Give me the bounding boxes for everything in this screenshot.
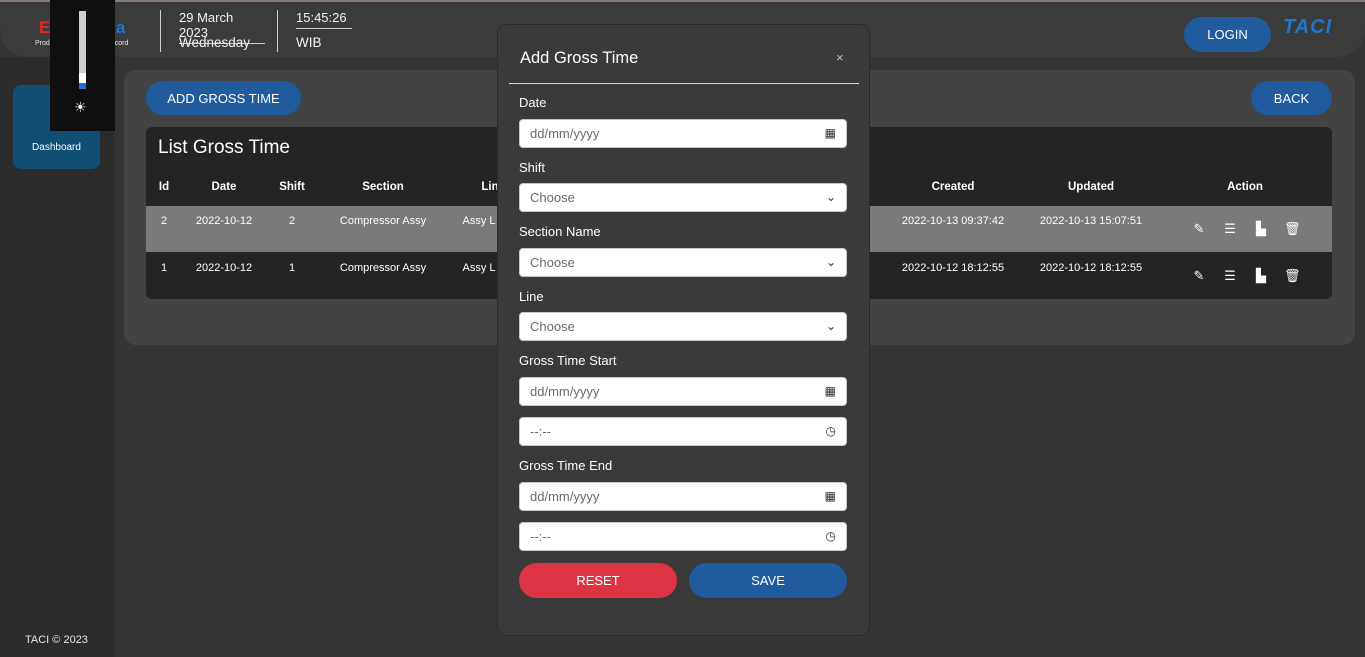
calendar-icon[interactable]: ▦: [825, 489, 836, 503]
cell-shift: 2: [288, 215, 296, 227]
header-timezone: WIB: [296, 35, 322, 50]
date-field[interactable]: dd/mm/yyyy ▦: [519, 119, 847, 148]
modal-title: Add Gross Time: [520, 49, 639, 67]
gross-time-end-date-field[interactable]: dd/mm/yyyy ▦: [519, 482, 847, 511]
line-selected-value: Choose: [530, 319, 575, 334]
add-gross-time-modal: Add Gross Time × Date dd/mm/yyyy ▦ Shift…: [497, 24, 870, 636]
start-time-placeholder: --:--: [530, 424, 551, 439]
brightness-fill: [79, 83, 86, 89]
login-button[interactable]: LOGIN: [1184, 17, 1271, 52]
cell-date: 2022-10-12: [195, 262, 253, 274]
end-time-placeholder: --:--: [530, 529, 551, 544]
chart-icon[interactable]: ▙: [1253, 268, 1269, 284]
header-divider: [160, 10, 161, 52]
taci-logo: TACI: [1283, 16, 1333, 38]
cell-id: 2: [160, 215, 168, 227]
reset-button[interactable]: RESET: [519, 563, 677, 598]
clock-icon[interactable]: ◷: [826, 424, 836, 438]
logo-prefix: E: [39, 18, 51, 37]
cell-created: 2022-10-13 09:37:42: [901, 215, 1005, 227]
calendar-icon[interactable]: ▦: [825, 126, 836, 140]
cell-line: Assy L: [462, 262, 496, 274]
header-day: Wednesday: [179, 35, 251, 50]
footer-copyright: TACI © 2023: [25, 634, 88, 646]
column-header-updated: Updated: [1068, 181, 1114, 193]
cell-updated: 2022-10-12 18:12:55: [1039, 262, 1143, 274]
trash-icon[interactable]: 🗑: [1284, 221, 1301, 237]
section-name-label: Section Name: [519, 224, 601, 239]
gross-time-start-label: Gross Time Start: [519, 353, 617, 368]
clock-icon[interactable]: ◷: [826, 529, 836, 543]
gross-time-end-time-field[interactable]: --:-- ◷: [519, 522, 847, 551]
chart-icon[interactable]: ▙: [1253, 221, 1269, 237]
header-time: 15:45:26: [296, 10, 352, 29]
cell-updated: 2022-10-13 15:07:51: [1039, 215, 1143, 227]
section-name-select[interactable]: Choose ⌄: [519, 248, 847, 277]
chevron-down-icon: ⌄: [825, 190, 836, 204]
chevron-down-icon: ⌄: [825, 319, 836, 333]
cell-section: Compressor Assy: [339, 262, 427, 274]
date-placeholder: dd/mm/yyyy: [530, 126, 600, 141]
sidebar-item-label: Dashboard: [32, 142, 81, 153]
back-button[interactable]: BACK: [1251, 81, 1332, 115]
end-date-placeholder: dd/mm/yyyy: [530, 489, 600, 504]
brightness-knob[interactable]: [79, 73, 86, 83]
shift-select[interactable]: Choose ⌄: [519, 183, 847, 212]
trash-icon[interactable]: 🗑: [1284, 268, 1301, 284]
edit-icon[interactable]: ✎: [1191, 268, 1207, 284]
column-header-date: Date: [211, 181, 237, 193]
cell-date: 2022-10-12: [195, 215, 253, 227]
add-gross-time-button[interactable]: ADD GROSS TIME: [146, 81, 301, 115]
column-header-id: Id: [158, 181, 170, 193]
section-selected-value: Choose: [530, 255, 575, 270]
line-select[interactable]: Choose ⌄: [519, 312, 847, 341]
column-header-shift: Shift: [279, 181, 305, 193]
cell-id: 1: [160, 262, 168, 274]
list-icon[interactable]: ☰: [1222, 268, 1238, 284]
cell-line: Assy L: [462, 215, 496, 227]
close-icon[interactable]: ×: [836, 50, 844, 65]
column-header-created: Created: [931, 181, 975, 193]
shift-label: Shift: [519, 160, 546, 175]
gross-time-start-time-field[interactable]: --:-- ◷: [519, 417, 847, 446]
line-label: Line: [519, 289, 544, 304]
date-label: Date: [519, 95, 547, 110]
shift-selected-value: Choose: [530, 190, 575, 205]
calendar-icon[interactable]: ▦: [825, 384, 836, 398]
sun-icon: ☀: [74, 99, 87, 115]
start-date-placeholder: dd/mm/yyyy: [530, 384, 600, 399]
chevron-down-icon: ⌄: [825, 255, 836, 269]
gross-time-start-date-field[interactable]: dd/mm/yyyy ▦: [519, 377, 847, 406]
brightness-overlay: ☀: [50, 0, 115, 131]
modal-divider: [509, 83, 859, 84]
column-header-action: Action: [1227, 181, 1263, 193]
brightness-slider[interactable]: [79, 11, 86, 89]
column-header-section: Section: [362, 181, 404, 193]
save-button[interactable]: SAVE: [689, 563, 847, 598]
cell-section: Compressor Assy: [339, 215, 427, 227]
gross-time-end-label: Gross Time End: [519, 458, 613, 473]
table-title: List Gross Time: [158, 137, 290, 158]
list-icon[interactable]: ☰: [1222, 221, 1238, 237]
cell-created: 2022-10-12 18:12:55: [901, 262, 1005, 274]
edit-icon[interactable]: ✎: [1191, 221, 1207, 237]
header-divider: [277, 10, 278, 52]
cell-shift: 1: [288, 262, 296, 274]
